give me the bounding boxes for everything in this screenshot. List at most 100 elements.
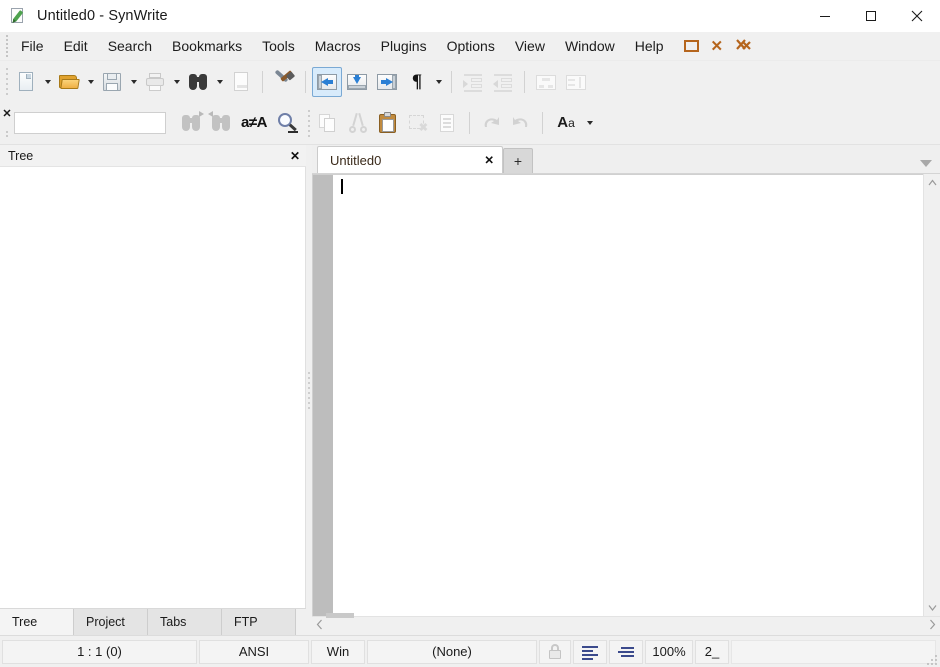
show-nonprinting-button[interactable]: ¶ <box>402 67 432 97</box>
editor-row <box>312 174 940 616</box>
close-tree-panel-button[interactable]: ✕ <box>290 149 300 163</box>
tools-button[interactable] <box>269 67 299 97</box>
new-file-button[interactable] <box>11 67 41 97</box>
binoculars-icon <box>186 70 210 94</box>
mdi-restore-icon[interactable] <box>683 40 699 52</box>
editor-surface[interactable] <box>312 174 923 616</box>
mdi-close-all-icon[interactable] <box>735 38 751 55</box>
close-search-bar-button[interactable]: ✕ <box>1 109 13 120</box>
scroll-right-button[interactable] <box>929 619 936 633</box>
editor-tab-untitled0[interactable]: Untitled0 ✕ <box>317 146 503 173</box>
open-file-button[interactable] <box>54 67 84 97</box>
menu-view[interactable]: View <box>505 34 555 58</box>
save-file-button[interactable] <box>97 67 127 97</box>
app-icon <box>10 7 28 25</box>
status-tab-mode[interactable]: 2_ <box>695 639 729 664</box>
status-zoom[interactable]: 100% <box>645 639 693 664</box>
copy-button[interactable] <box>313 108 343 138</box>
synwrite-window: Untitled0 - SynWrite File Edit Search Bo… <box>0 0 940 667</box>
open-file-dropdown[interactable] <box>84 67 97 97</box>
search-input[interactable] <box>14 112 166 134</box>
editor-vertical-scrollbar[interactable] <box>923 174 940 616</box>
menu-plugins[interactable]: Plugins <box>371 34 437 58</box>
minimize-button[interactable] <box>802 0 848 32</box>
scroll-left-button[interactable] <box>316 619 323 633</box>
editor-horizontal-scrollbar[interactable] <box>312 613 940 635</box>
status-readonly-toggle[interactable] <box>539 639 571 664</box>
split-button[interactable] <box>561 67 591 97</box>
close-tab-button[interactable]: ✕ <box>484 153 494 167</box>
find-next-button[interactable] <box>176 108 206 138</box>
find-options-button[interactable] <box>272 108 302 138</box>
dock-tab-tree[interactable]: Tree <box>0 609 74 635</box>
horizontal-scroll-thumb[interactable] <box>326 613 354 618</box>
indent-button[interactable] <box>458 67 488 97</box>
status-encoding[interactable]: ANSI <box>199 639 309 664</box>
maximize-button[interactable] <box>848 0 894 32</box>
save-file-dropdown[interactable] <box>127 67 140 97</box>
match-case-button[interactable]: a≠A <box>236 108 272 138</box>
paste-button[interactable] <box>373 108 403 138</box>
find-button[interactable] <box>183 67 213 97</box>
outdent-button[interactable] <box>488 67 518 97</box>
case-sensitive-icon: a≠A <box>241 114 267 131</box>
menu-bookmarks[interactable]: Bookmarks <box>162 34 252 58</box>
select-all-icon <box>436 111 460 135</box>
status-wrap-toggle[interactable] <box>573 639 607 664</box>
toggle-left-panel-button[interactable] <box>312 66 342 97</box>
panel-down-arrow-icon <box>345 70 369 94</box>
new-tab-button[interactable]: + <box>503 148 533 173</box>
page-setup-button[interactable] <box>226 67 256 97</box>
font-dropdown[interactable] <box>583 108 596 138</box>
redo-button[interactable] <box>506 108 536 138</box>
status-line-ends[interactable]: Win <box>311 639 365 664</box>
tree-panel-body[interactable] <box>0 167 306 608</box>
dock-tab-project[interactable]: Project <box>74 609 148 635</box>
status-message <box>731 639 936 664</box>
toggle-right-panel-button[interactable] <box>372 67 402 97</box>
new-file-dropdown[interactable] <box>41 67 54 97</box>
menu-tools[interactable]: Tools <box>252 34 305 58</box>
toolbar-separator <box>305 70 306 93</box>
scroll-up-button[interactable] <box>924 174 940 191</box>
status-caret-position[interactable]: 1 : 1 (0) <box>2 639 197 664</box>
resize-grip-icon[interactable] <box>925 653 937 665</box>
select-all-button[interactable] <box>433 108 463 138</box>
show-nonprinting-dropdown[interactable] <box>432 67 445 97</box>
word-wrap-icon <box>618 645 634 659</box>
editor-gutter[interactable] <box>313 175 333 616</box>
menu-file[interactable]: File <box>11 34 54 58</box>
scroll-down-button[interactable] <box>924 599 940 616</box>
delete-button[interactable]: ✖ <box>403 108 433 138</box>
undo-button[interactable] <box>476 108 506 138</box>
editor-text-area[interactable] <box>339 175 923 616</box>
menu-search[interactable]: Search <box>98 34 162 58</box>
cut-button[interactable] <box>343 108 373 138</box>
toolbar-separator <box>542 112 543 134</box>
split-box-icon <box>564 70 588 94</box>
menubar-grip[interactable] <box>2 35 11 57</box>
toolbar-grip[interactable] <box>2 67 11 97</box>
mdi-close-icon[interactable]: ✕ <box>711 39 724 54</box>
status-syntax[interactable]: (None) <box>367 639 537 664</box>
menu-macros[interactable]: Macros <box>305 34 371 58</box>
find-dropdown[interactable] <box>213 67 226 97</box>
font-button[interactable]: Aa <box>549 108 583 138</box>
menu-options[interactable]: Options <box>437 34 505 58</box>
status-align-toggle[interactable] <box>609 639 643 664</box>
close-button[interactable] <box>894 0 940 32</box>
toolbar-grip[interactable] <box>304 108 313 138</box>
dock-tab-tabs[interactable]: Tabs <box>148 609 222 635</box>
dock-tab-ftp[interactable]: FTP <box>222 609 296 635</box>
print-button[interactable] <box>140 67 170 97</box>
toggle-bottom-panel-button[interactable] <box>342 67 372 97</box>
chevron-down-icon[interactable] <box>920 160 932 167</box>
group-button[interactable] <box>531 67 561 97</box>
font-size-icon: Aa <box>557 114 575 131</box>
menu-edit[interactable]: Edit <box>54 34 98 58</box>
print-dropdown[interactable] <box>170 67 183 97</box>
menu-window[interactable]: Window <box>555 34 625 58</box>
find-previous-button[interactable] <box>206 108 236 138</box>
pilcrow-icon: ¶ <box>411 70 423 92</box>
menu-help[interactable]: Help <box>625 34 674 58</box>
